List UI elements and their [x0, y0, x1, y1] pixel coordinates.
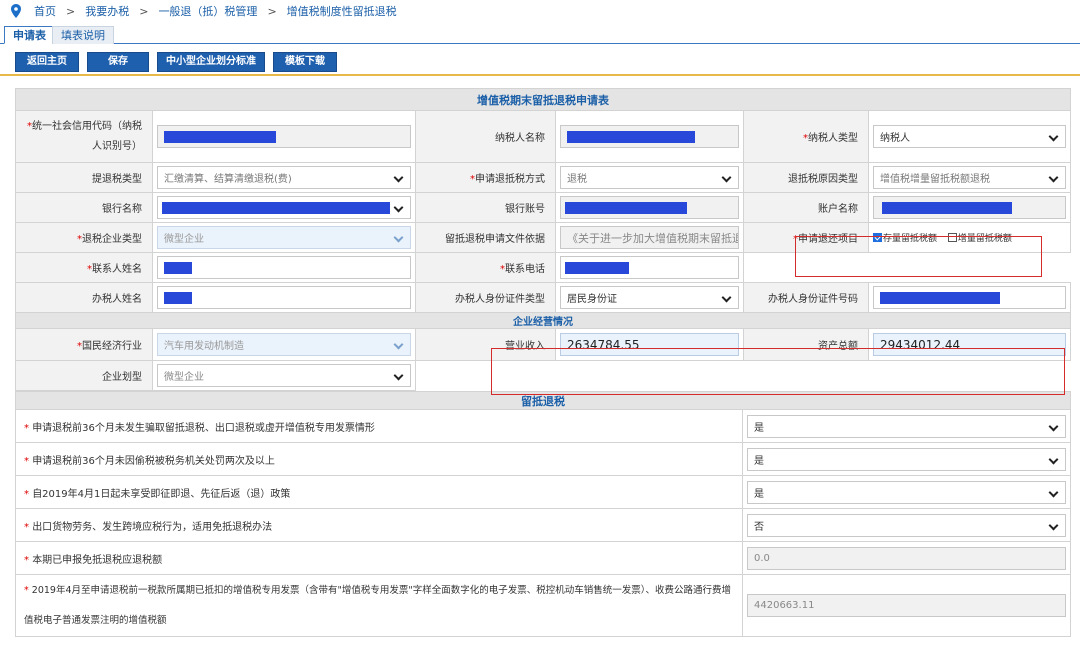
- taxpayer-type-select[interactable]: 纳税人: [873, 125, 1067, 148]
- back-home-button[interactable]: 返回主页: [15, 52, 79, 72]
- breadcrumb-current: 增值税制度性留抵退税: [286, 5, 397, 18]
- save-button[interactable]: 保存: [87, 52, 149, 72]
- question-4-select[interactable]: 否: [747, 513, 1066, 537]
- contact-name-field[interactable]: [157, 256, 411, 279]
- form-title: 增值税期末留抵退税申请表: [14, 88, 1072, 111]
- redacted-value: [880, 292, 1000, 304]
- bank-name-label: 银行名称: [15, 192, 153, 223]
- question-2-select[interactable]: 是: [747, 447, 1066, 471]
- redacted-value: [565, 202, 687, 214]
- account-name-field[interactable]: [873, 196, 1067, 219]
- redacted-value: [164, 131, 276, 143]
- highlight-refund-item: [795, 236, 1042, 277]
- question-5: * 本期已申报免抵退税应退税额: [15, 541, 743, 575]
- handler-name-label: 办税人姓名: [15, 282, 153, 313]
- refund-tax-type-label: 提退税类型: [15, 162, 153, 193]
- redacted-value: [164, 292, 192, 304]
- question-4: * 出口货物劳务、发生跨境应税行为，适用免抵退税办法: [15, 508, 743, 542]
- bank-account-field[interactable]: [560, 196, 739, 219]
- redacted-value: [164, 262, 192, 274]
- credit-code-field[interactable]: [157, 125, 411, 148]
- redacted-value: [882, 202, 1012, 214]
- tab-application[interactable]: 申请表: [4, 26, 55, 44]
- contact-phone-field[interactable]: [560, 256, 739, 279]
- question-1: * 申请退税前36个月未发生骗取留抵退税、出口退税或虚开增值税专用发票情形: [15, 409, 743, 443]
- question-6: * 2019年4月至申请退税前一税款所属期已抵扣的增值税专用发票（含带有"增值税…: [15, 574, 743, 637]
- handler-id-no-label: 办税人身份证件号码: [743, 282, 869, 313]
- template-download-button[interactable]: 模板下载: [273, 52, 337, 72]
- tab-instructions[interactable]: 填表说明: [52, 26, 114, 44]
- refund-tax-type-select[interactable]: 汇缴清算、结算清缴退税(费): [157, 166, 411, 189]
- breadcrumb: 首页 > 我要办税 > 一般退（抵）税管理 > 增值税制度性留抵退税: [0, 0, 1080, 22]
- toolbar: 返回主页 保存 中小型企业划分标准 模板下载: [0, 48, 1080, 76]
- doc-basis-field[interactable]: 《关于进一步加大增值税期末留抵退: [560, 226, 739, 249]
- breadcrumb-home[interactable]: 首页: [34, 3, 56, 19]
- industry-select[interactable]: 汽车用发动机制造: [157, 333, 411, 356]
- redacted-value: [162, 202, 390, 214]
- refund-method-select[interactable]: 退税: [560, 166, 739, 189]
- redacted-value: [567, 131, 695, 143]
- sme-standard-button[interactable]: 中小型企业划分标准: [157, 52, 265, 72]
- credit-code-label: *统一社会信用代码（纳税人识别号）: [15, 110, 153, 163]
- bank-account-label: 银行账号: [415, 192, 556, 223]
- refund-reason-select[interactable]: 增值税增量留抵税额退税: [873, 166, 1067, 189]
- question-2: * 申请退税前36个月未因偷税被税务机关处罚两次及以上: [15, 442, 743, 476]
- breadcrumb-refund-mgmt[interactable]: 一般退（抵）税管理: [158, 3, 257, 19]
- question-5-field[interactable]: 0.0: [747, 546, 1066, 570]
- tab-bar: 申请表 填表说明: [0, 24, 1080, 44]
- breadcrumb-my-tax[interactable]: 我要办税: [85, 3, 129, 19]
- enterprise-type-select[interactable]: 微型企业: [157, 226, 411, 249]
- doc-basis-label: 留抵退税申请文件依据: [415, 222, 556, 253]
- account-name-label: 账户名称: [743, 192, 869, 223]
- question-1-select[interactable]: 是: [747, 414, 1066, 438]
- contact-phone-label: *联系电话: [415, 252, 556, 283]
- enterprise-type-label: *退税企业类型: [15, 222, 153, 253]
- location-pin-icon: [11, 4, 21, 18]
- handler-id-no-field[interactable]: [873, 286, 1067, 309]
- taxpayer-name-field[interactable]: [560, 125, 739, 148]
- highlight-revenue-assets: [491, 348, 1065, 395]
- question-3: * 自2019年4月1日起未享受即征即退、先征后返（退）政策: [15, 475, 743, 509]
- question-3-select[interactable]: 是: [747, 480, 1066, 504]
- handler-id-type-label: 办税人身份证件类型: [415, 282, 556, 313]
- taxpayer-name-label: 纳税人名称: [415, 110, 556, 163]
- scale-label: 企业划型: [15, 360, 153, 391]
- contact-name-label: *联系人姓名: [15, 252, 153, 283]
- handler-id-type-select[interactable]: 居民身份证: [560, 286, 739, 309]
- refund-method-label: *申请退抵税方式: [415, 162, 556, 193]
- scale-select[interactable]: 微型企业: [157, 364, 411, 387]
- section-business: 企业经营情况: [14, 312, 1072, 329]
- bank-name-select[interactable]: [157, 196, 411, 219]
- refund-reason-label: 退抵税原因类型: [743, 162, 869, 193]
- handler-name-field[interactable]: [157, 286, 411, 309]
- redacted-value: [565, 262, 629, 274]
- question-6-field[interactable]: 4420663.11: [747, 594, 1066, 617]
- industry-label: *国民经济行业: [15, 328, 153, 361]
- taxpayer-type-label: *纳税人类型: [743, 110, 869, 163]
